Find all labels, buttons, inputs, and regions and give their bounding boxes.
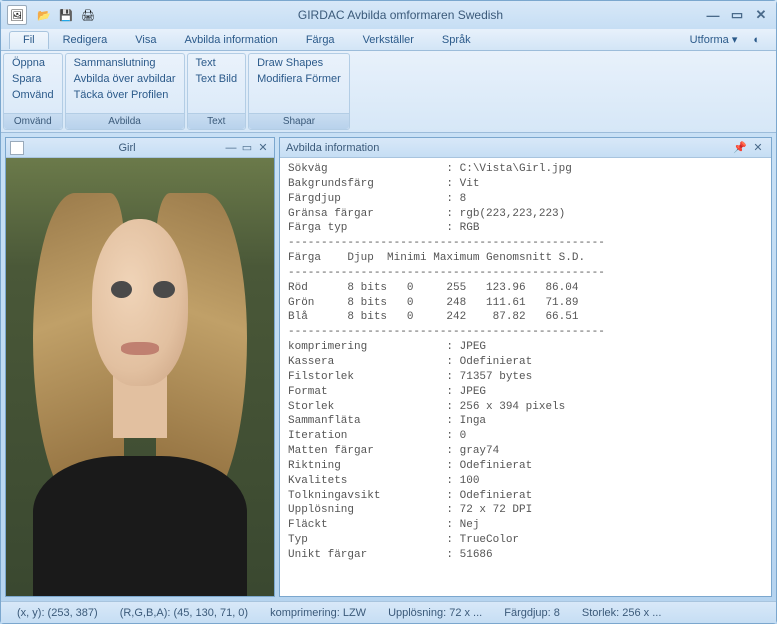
ribbon-button[interactable]: Text Bild: [194, 72, 240, 86]
menu-item-fil[interactable]: Fil: [9, 31, 49, 49]
ribbon-group-avbilda: Sammanslutning Avbilda över avbildar Täcka…: [65, 53, 185, 130]
ribbon-button[interactable]: Omvänd: [10, 88, 56, 102]
app-icon[interactable]: 🖼: [7, 5, 27, 25]
ribbon-group-title: Shapar: [249, 113, 349, 129]
menu-bar: FilRedigeraVisaAvbilda informationFärgaV…: [1, 29, 776, 51]
ribbon-button[interactable]: Text: [194, 56, 240, 70]
app-title: GIRDAC Avbilda omformaren Swedish: [97, 8, 704, 22]
image-canvas[interactable]: [6, 158, 274, 596]
print-icon[interactable]: 🖨: [79, 6, 97, 24]
maximize-button[interactable]: ▭: [728, 6, 746, 24]
workspace: Girl — ▭ ✕: [1, 133, 776, 601]
status-rgba: (R,G,B,A): (45, 130, 71, 0): [112, 607, 256, 619]
save-icon[interactable]: 💾: [57, 6, 75, 24]
image-window-close[interactable]: ✕: [256, 141, 270, 155]
ribbon-group-omvänd: Öppna Spara Omvänd Omvänd: [3, 53, 63, 130]
menu-item-verkställer[interactable]: Verkställer: [349, 31, 428, 49]
menu-item-färga[interactable]: Färga: [292, 31, 349, 49]
image-window: Girl — ▭ ✕: [5, 137, 275, 597]
ribbon-button[interactable]: Modifiera Förmer: [255, 72, 343, 86]
quick-access-toolbar: 📂 💾 🖨: [35, 6, 97, 24]
menu-item-visa[interactable]: Visa: [121, 31, 170, 49]
status-bar: (x, y): (253, 387) (R,G,B,A): (45, 130, …: [1, 601, 776, 623]
image-window-minimize[interactable]: —: [224, 141, 238, 155]
image-window-maximize[interactable]: ▭: [240, 141, 254, 155]
ribbon-button[interactable]: Sammanslutning: [72, 56, 178, 70]
ribbon-button[interactable]: Spara: [10, 72, 56, 86]
status-size: Storlek: 256 x ...: [574, 607, 669, 619]
status-compression: komprimering: LZW: [262, 607, 374, 619]
menu-item-språk[interactable]: Språk: [428, 31, 485, 49]
ribbon-group-shapar: Draw Shapes Modifiera Förmer Shapar: [248, 53, 350, 130]
menu-item-avbilda-information[interactable]: Avbilda information: [170, 31, 291, 49]
pin-icon[interactable]: 📌: [733, 141, 747, 155]
help-icon[interactable]: ◐: [745, 31, 768, 49]
titlebar: 🖼 📂 💾 🖨 GIRDAC Avbilda omformaren Swedis…: [1, 1, 776, 29]
ribbon-group-title: Avbilda: [66, 113, 184, 129]
ribbon-button[interactable]: Draw Shapes: [255, 56, 343, 70]
minimize-button[interactable]: —: [704, 6, 722, 24]
open-icon[interactable]: 📂: [35, 6, 53, 24]
ribbon-group-title: Omvänd: [4, 113, 62, 129]
right-pane: Avbilda information 📌 ✕ Sökväg : C:\Vist…: [279, 133, 776, 601]
left-pane: Girl — ▭ ✕: [1, 133, 279, 601]
menu-item-redigera[interactable]: Redigera: [49, 31, 122, 49]
ribbon-group-title: Text: [188, 113, 246, 129]
close-button[interactable]: ✕: [752, 6, 770, 24]
menu-utforma[interactable]: Utforma ▾: [682, 30, 746, 49]
status-depth: Färgdjup: 8: [496, 607, 568, 619]
ribbon-button[interactable]: Öppna: [10, 56, 56, 70]
ribbon-group-text: Text Text Bild Text: [187, 53, 247, 130]
info-close-icon[interactable]: ✕: [751, 141, 765, 155]
status-resolution: Upplösning: 72 x ...: [380, 607, 490, 619]
ribbon-button[interactable]: Avbilda över avbildar: [72, 72, 178, 86]
image-window-title: Girl: [30, 142, 224, 154]
image-window-titlebar: Girl — ▭ ✕: [6, 138, 274, 158]
ribbon: Öppna Spara Omvänd Omvänd Sammanslutning Avbi…: [1, 51, 776, 133]
ribbon-button[interactable]: Täcka över Profilen: [72, 88, 178, 102]
info-panel-title: Avbilda information: [286, 142, 733, 154]
image-window-icon: [10, 141, 24, 155]
info-panel-body: Sökväg : C:\Vista\Girl.jpg Bakgrundsfärg…: [280, 158, 771, 596]
info-panel: Avbilda information 📌 ✕ Sökväg : C:\Vist…: [279, 137, 772, 597]
window-controls: — ▭ ✕: [704, 6, 770, 24]
status-xy: (x, y): (253, 387): [9, 607, 106, 619]
info-panel-titlebar: Avbilda information 📌 ✕: [280, 138, 771, 158]
